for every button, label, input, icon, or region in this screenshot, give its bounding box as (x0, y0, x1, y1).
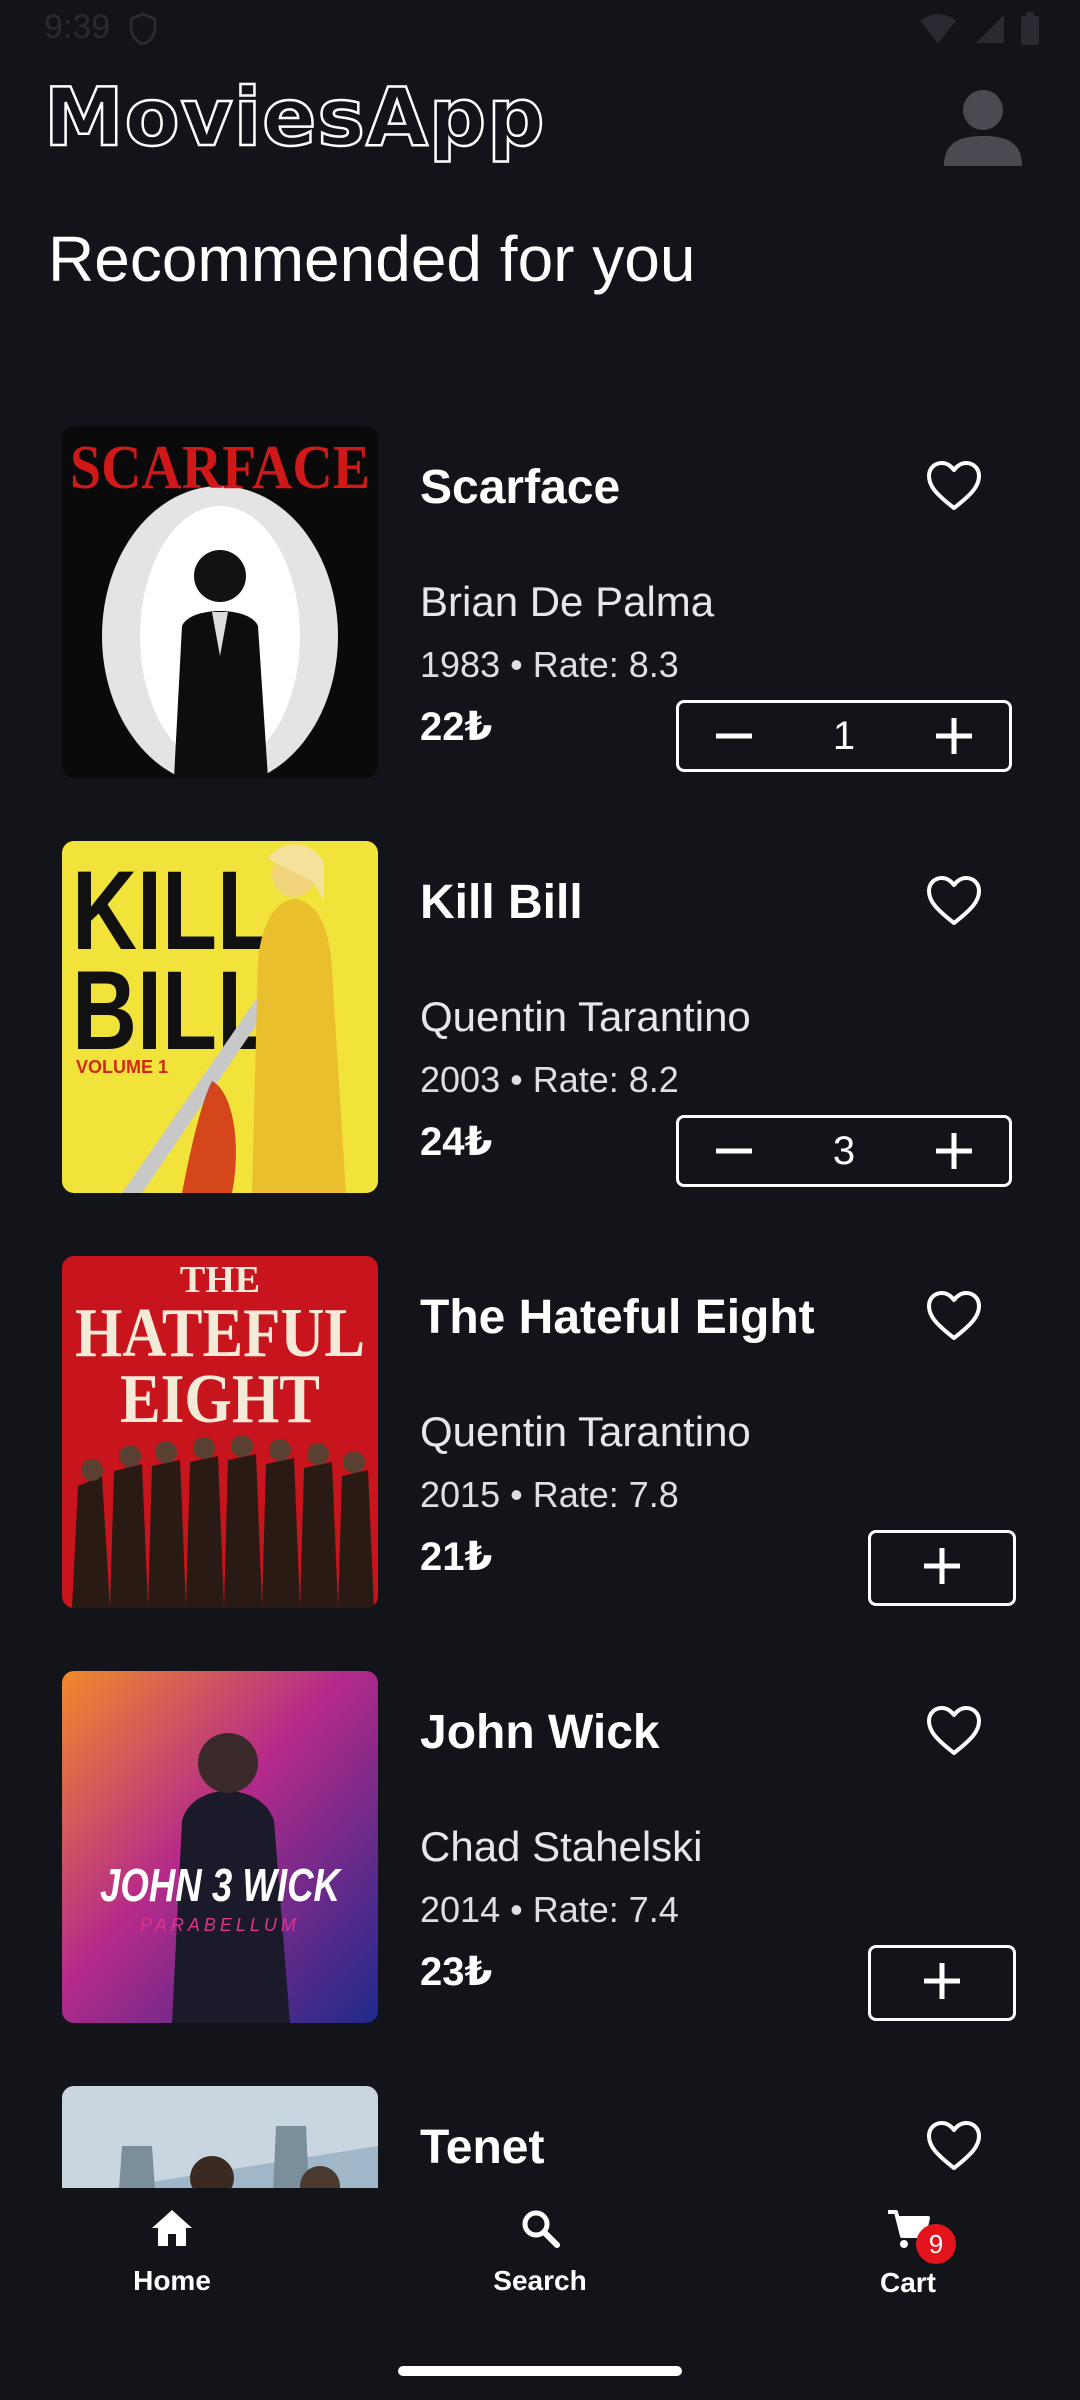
movie-director: Chad Stahelski (420, 1823, 703, 1870)
plus-icon[interactable] (899, 703, 1009, 769)
movie-poster[interactable]: THE HATEFUL EIGHT (62, 1256, 378, 1608)
svg-text:VOLUME 1: VOLUME 1 (76, 1057, 168, 1077)
quantity-stepper[interactable]: 1 (676, 700, 1012, 772)
heart-icon[interactable] (926, 1290, 982, 1342)
movie-card[interactable]: JOHN 3 WICK PARABELLUM John Wick Chad St… (0, 1669, 1080, 2023)
status-time: 9:39 (44, 8, 111, 46)
status-bar: 9:39 (0, 0, 1080, 60)
nav-home-label: Home (133, 2265, 211, 2296)
app-logo: MoviesApp (43, 76, 546, 159)
movie-director: Quentin Tarantino (420, 1408, 751, 1455)
wifi-icon (918, 13, 958, 50)
movie-title[interactable]: John Wick (420, 1705, 660, 1760)
profile-avatar-icon[interactable] (942, 86, 1024, 168)
plus-icon[interactable] (899, 1118, 1009, 1184)
heart-icon[interactable] (926, 460, 982, 512)
home-indicator[interactable] (398, 2366, 682, 2376)
movie-price: 23₺ (420, 1950, 493, 1994)
add-to-cart-button[interactable] (868, 1530, 1016, 1606)
signal-icon (972, 13, 1006, 50)
minus-icon[interactable] (679, 1118, 789, 1184)
svg-text:SCARFACE: SCARFACE (70, 434, 370, 502)
add-to-cart-button[interactable] (868, 1945, 1016, 2021)
movie-year-rating: 2014 • Rate: 7.4 (420, 1889, 679, 1930)
heart-icon[interactable] (926, 2120, 982, 2172)
nav-cart-label: Cart (879, 2267, 936, 2298)
plus-icon (924, 1547, 960, 1589)
movie-card[interactable]: Tenet (0, 2084, 1080, 2188)
svg-text:JOHN 3 WICK: JOHN 3 WICK (100, 1859, 342, 1911)
nav-search[interactable]: Search (440, 2208, 640, 2297)
movie-card[interactable]: SCARFACE Scarface Brian De Palma 1983 • … (0, 424, 1080, 778)
cart-count-badge: 9 (916, 2224, 956, 2264)
movie-card[interactable]: THE HATEFUL EIGHT The Hateful Eight Quen… (0, 1254, 1080, 1608)
battery-icon (1020, 12, 1040, 51)
movie-title[interactable]: Kill Bill (420, 875, 583, 930)
quantity-value: 3 (832, 1128, 856, 1173)
nav-search-label: Search (493, 2265, 587, 2296)
movie-poster[interactable]: JOHN 3 WICK PARABELLUM (62, 1671, 378, 2023)
movie-list[interactable]: SCARFACE Scarface Brian De Palma 1983 • … (0, 424, 1080, 2188)
movie-year-rating: 1983 • Rate: 8.3 (420, 644, 679, 685)
movie-poster[interactable]: KILL BILL VOLUME 1 (62, 841, 378, 1193)
shield-icon (128, 12, 158, 51)
nav-cart[interactable]: 9 Cart (808, 2208, 1008, 2299)
movie-title[interactable]: The Hateful Eight (420, 1290, 815, 1345)
movie-poster[interactable] (62, 2086, 378, 2188)
minus-icon[interactable] (679, 703, 789, 769)
heart-icon[interactable] (926, 875, 982, 927)
quantity-stepper[interactable]: 3 (676, 1115, 1012, 1187)
movie-director: Brian De Palma (420, 578, 715, 625)
movie-year-rating: 2003 • Rate: 8.2 (420, 1059, 679, 1100)
heart-icon[interactable] (926, 1705, 982, 1757)
movie-poster[interactable]: SCARFACE (62, 426, 378, 778)
quantity-value: 1 (832, 713, 856, 758)
svg-text:BILL: BILL (72, 948, 272, 1073)
svg-text:PARABELLUM: PARABELLUM (140, 1915, 300, 1935)
movie-year-rating: 2015 • Rate: 7.8 (420, 1474, 679, 1515)
movie-price: 21₺ (420, 1535, 493, 1579)
movie-card[interactable]: KILL BILL VOLUME 1 Kill Bill Quentin Tar… (0, 839, 1080, 1193)
movie-title[interactable]: Scarface (420, 460, 620, 515)
movie-price: 24₺ (420, 1120, 493, 1164)
svg-text:EIGHT: EIGHT (120, 1361, 320, 1438)
movie-price: 22₺ (420, 705, 493, 749)
section-title: Recommended for you (48, 223, 696, 295)
home-icon (150, 2210, 194, 2252)
search-icon (520, 2210, 560, 2252)
plus-icon (924, 1962, 960, 2004)
movie-director: Quentin Tarantino (420, 993, 751, 1040)
nav-home[interactable]: Home (72, 2208, 272, 2297)
app-logo-text: MoviesApp (43, 71, 546, 164)
movie-title[interactable]: Tenet (420, 2120, 544, 2175)
